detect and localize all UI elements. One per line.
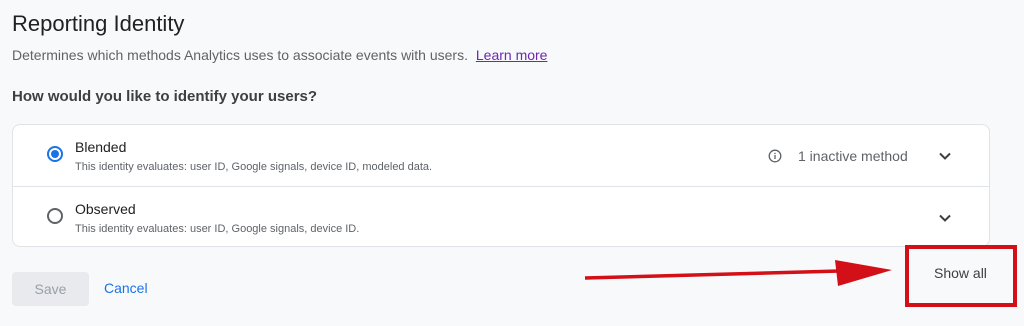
- radio-blended[interactable]: [47, 146, 63, 162]
- page-title: Reporting Identity: [12, 11, 185, 36]
- option-label: Blended: [75, 139, 127, 155]
- option-observed[interactable]: Observed This identity evaluates: user I…: [13, 187, 989, 248]
- annotation-arrow: [584, 260, 892, 286]
- identity-options-card: Blended This identity evaluates: user ID…: [12, 124, 990, 247]
- save-button[interactable]: Save: [12, 272, 89, 306]
- show-all-button[interactable]: Show all: [934, 265, 987, 281]
- chevron-down-icon[interactable]: [938, 211, 952, 225]
- section-description: Determines which methods Analytics uses …: [12, 47, 547, 63]
- option-description: This identity evaluates: user ID, Google…: [75, 223, 360, 235]
- identity-question: How would you like to identify your user…: [12, 88, 318, 105]
- cancel-button[interactable]: Cancel: [104, 280, 148, 296]
- option-label: Observed: [75, 201, 136, 217]
- description-text: Determines which methods Analytics uses …: [12, 47, 468, 63]
- option-blended[interactable]: Blended This identity evaluates: user ID…: [13, 125, 989, 187]
- chevron-down-icon[interactable]: [938, 149, 952, 163]
- inactive-method-status: 1 inactive method: [798, 148, 908, 164]
- learn-more-link[interactable]: Learn more: [476, 47, 548, 63]
- info-icon: [768, 149, 782, 163]
- radio-observed[interactable]: [47, 208, 63, 224]
- option-description: This identity evaluates: user ID, Google…: [75, 161, 433, 173]
